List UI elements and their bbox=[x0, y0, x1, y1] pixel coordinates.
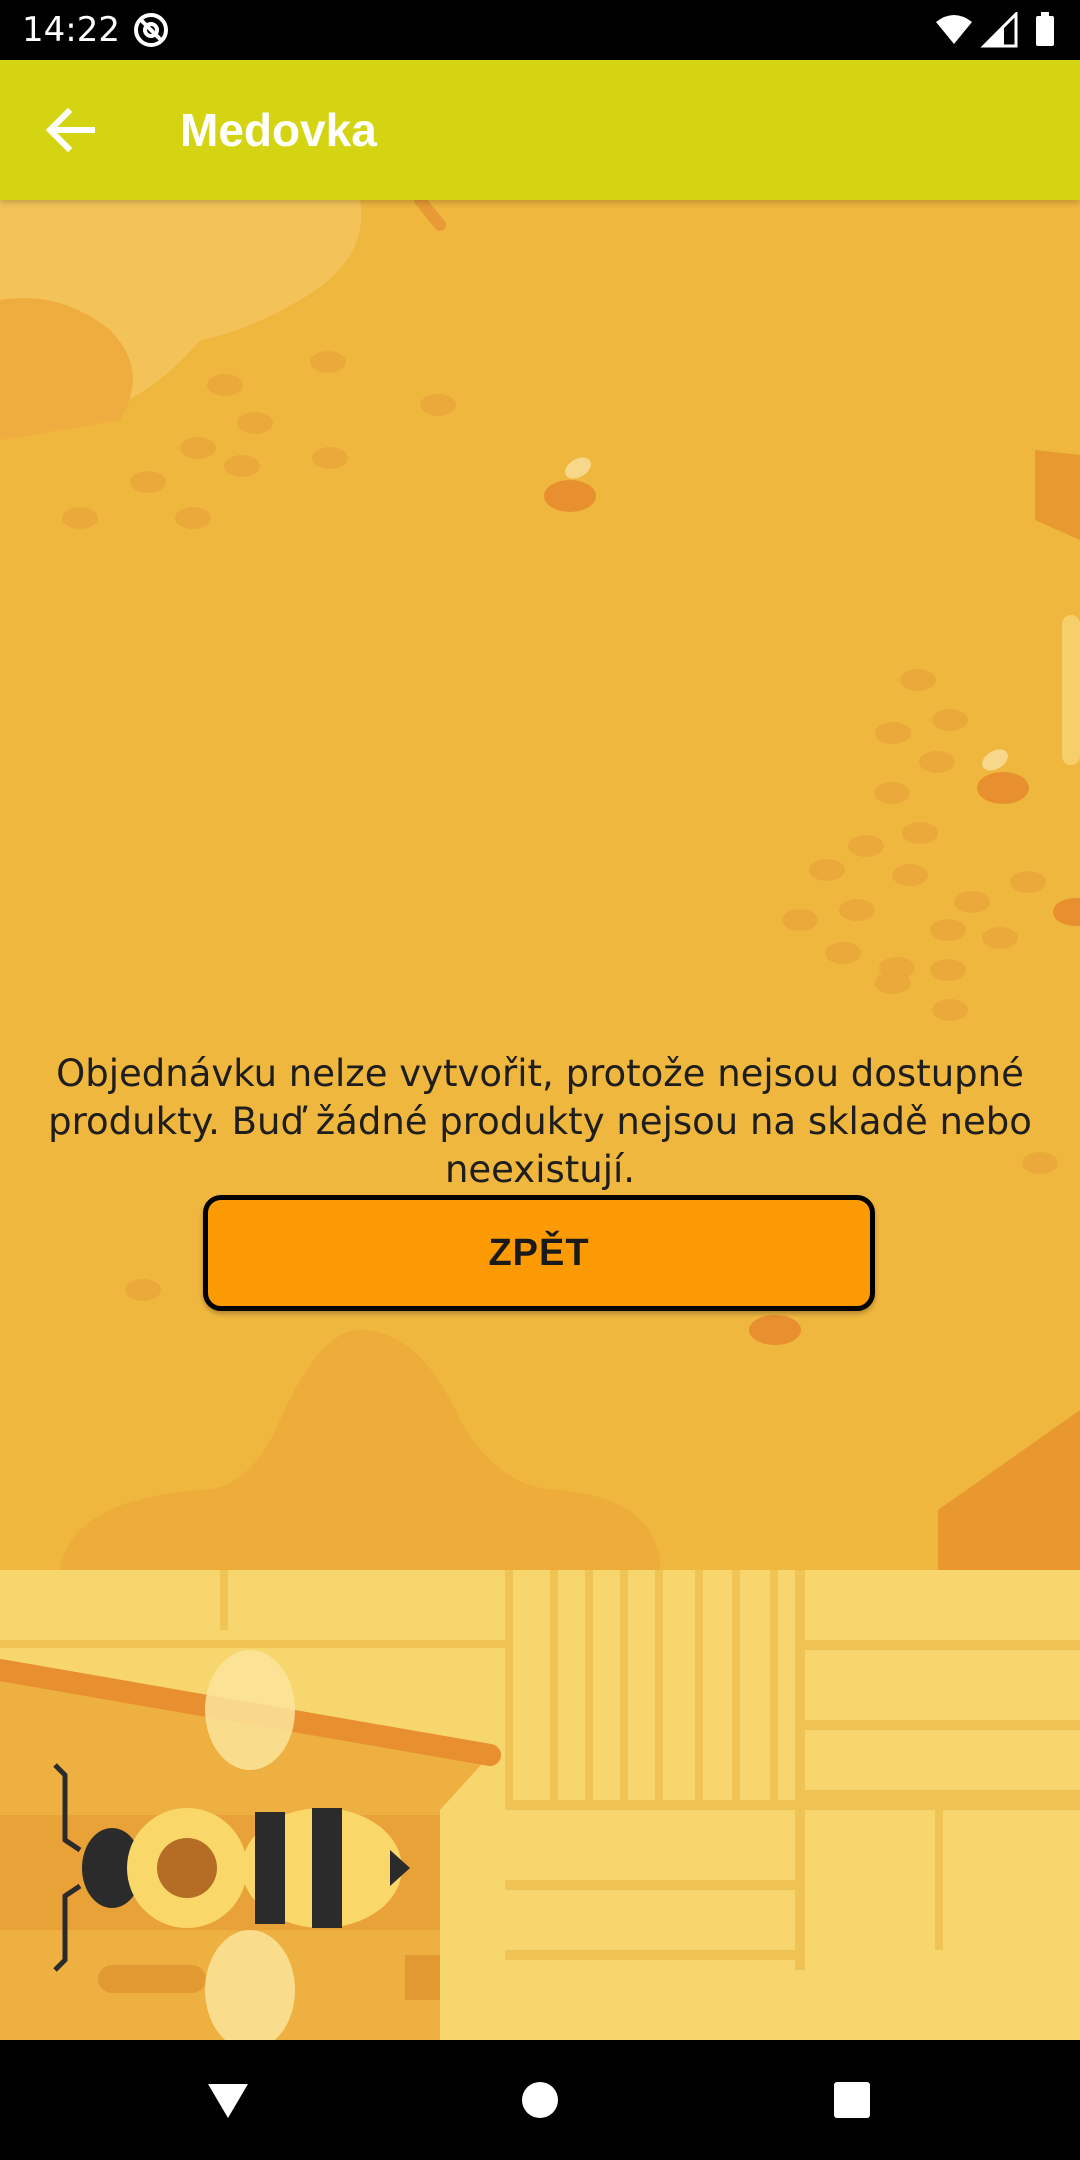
battery-icon bbox=[1036, 12, 1054, 46]
arrow-left-icon[interactable] bbox=[30, 90, 110, 170]
app-title: Medovka bbox=[180, 104, 377, 156]
status-icons bbox=[936, 12, 1054, 48]
wifi-icon bbox=[936, 15, 972, 44]
back-button-label: ZPĚT bbox=[488, 1231, 590, 1274]
app-bar: Medovka bbox=[0, 60, 1080, 200]
home-circle-icon[interactable] bbox=[510, 2070, 570, 2130]
at-sign-icon bbox=[134, 13, 168, 47]
status-bar: 14:22 bbox=[0, 0, 1080, 60]
navigation-bar bbox=[0, 2040, 1080, 2160]
recents-square-icon[interactable] bbox=[822, 2070, 882, 2130]
bee-decoration bbox=[544, 457, 596, 512]
back-triangle-icon[interactable] bbox=[198, 2070, 258, 2130]
back-button[interactable]: ZPĚT bbox=[203, 1195, 875, 1311]
no-products-message: Objednávku nelze vytvořit, protože nejso… bbox=[48, 1052, 1032, 1191]
status-time: 14:22 bbox=[22, 10, 120, 50]
signal-icon bbox=[980, 12, 1018, 48]
screen: 14:22 Medovka Objednávku nelze vytvořit,… bbox=[0, 0, 1080, 2160]
